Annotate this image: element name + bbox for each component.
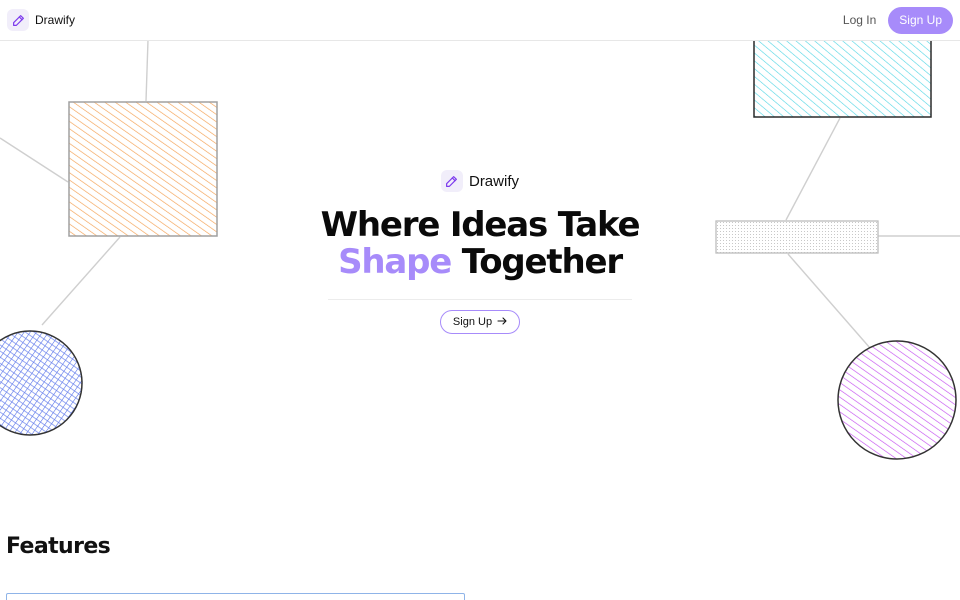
hero-headline: Where Ideas Take Shape Together	[320, 205, 641, 282]
headline-rest: Together	[451, 242, 623, 282]
arrow-right-icon	[497, 316, 507, 328]
login-link[interactable]: Log In	[841, 9, 878, 31]
features-heading: Features	[6, 534, 111, 559]
hero-signup-label: Sign Up	[452, 316, 493, 328]
hero-section: Drawify Where Ideas Take Shape Together …	[0, 170, 960, 334]
brand-logo[interactable]: Drawify	[7, 9, 75, 31]
nav-actions: Log In Sign Up	[841, 6, 953, 34]
signup-button[interactable]: Sign Up	[888, 6, 953, 34]
top-navbar: Drawify Log In Sign Up	[0, 0, 960, 41]
headline-accent-word: Shape	[338, 242, 452, 282]
headline-line-1: Where Ideas Take	[320, 205, 641, 245]
pencil-icon	[7, 9, 29, 31]
cyan-sketch-rectangle	[753, 34, 932, 118]
hero-brand-name: Drawify	[468, 172, 519, 190]
purple-sketch-circle	[837, 340, 957, 460]
hero-brand: Drawify	[440, 170, 519, 192]
hero-signup-button[interactable]: Sign Up	[439, 310, 521, 334]
hero-divider	[328, 299, 632, 300]
pencil-icon	[440, 170, 463, 192]
feature-card	[6, 593, 465, 600]
brand-name: Drawify	[35, 13, 76, 27]
blue-sketch-circle	[0, 330, 83, 436]
